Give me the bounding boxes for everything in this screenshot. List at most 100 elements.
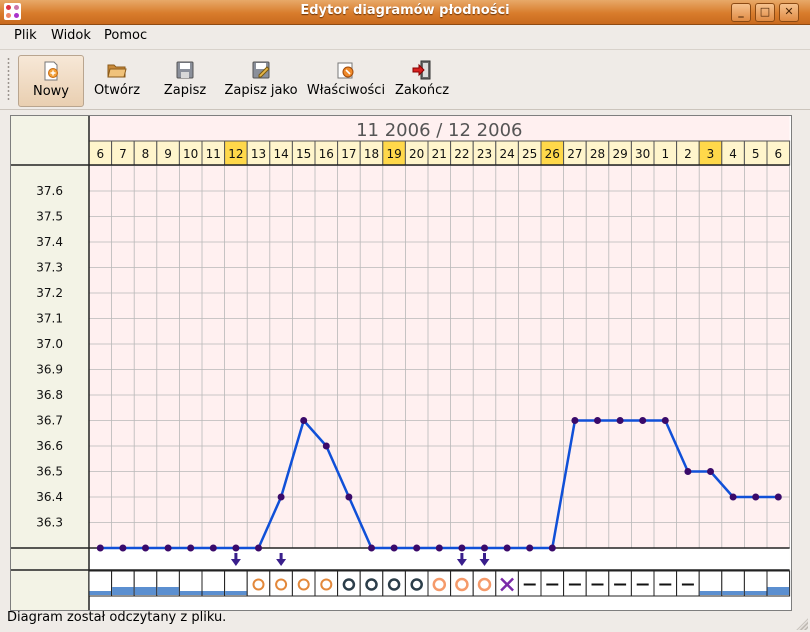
y-tick-label: 37.3 bbox=[36, 261, 63, 275]
symbol-cell bbox=[382, 570, 406, 597]
day-label: 27 bbox=[567, 147, 582, 161]
arrow-shaft bbox=[234, 553, 238, 560]
menu-bar: Plik Widok Pomoc bbox=[0, 25, 810, 48]
menu-file[interactable]: Plik bbox=[14, 28, 37, 43]
chart-title: 11 2006 / 12 2006 bbox=[356, 120, 522, 141]
day-label: 5 bbox=[752, 147, 760, 161]
temperature-point bbox=[413, 544, 421, 552]
save-button[interactable]: Zapisz bbox=[158, 55, 212, 105]
symbol-cell bbox=[246, 570, 271, 597]
day-label: 15 bbox=[296, 147, 311, 161]
save-as-button[interactable]: Zapisz jako bbox=[222, 55, 300, 105]
day-label: 16 bbox=[319, 147, 334, 161]
maximize-button[interactable]: □ bbox=[755, 3, 775, 22]
status-text: Diagram został odczytany z pliku. bbox=[7, 610, 227, 625]
temperature-point bbox=[481, 544, 488, 552]
day-label: 24 bbox=[499, 147, 514, 161]
day-label: 29 bbox=[612, 147, 627, 161]
temperature-point bbox=[119, 544, 127, 552]
plot-bg bbox=[89, 165, 790, 548]
menu-help[interactable]: Pomoc bbox=[104, 28, 147, 43]
properties-button-label: Właściwości bbox=[306, 83, 386, 98]
temperature-point bbox=[232, 544, 240, 552]
day-label: 11 bbox=[206, 147, 221, 161]
temperature-point bbox=[345, 493, 353, 501]
day-label: 25 bbox=[522, 147, 537, 161]
temperature-point bbox=[458, 544, 466, 552]
toolbar: Nowy Otwórz Zapisz Zapisz jako Właściwoś… bbox=[0, 49, 810, 110]
symbol-cell bbox=[314, 570, 339, 597]
temperature-point bbox=[752, 493, 760, 501]
y-tick-label: 37.1 bbox=[36, 312, 63, 326]
temperature-point bbox=[616, 417, 624, 424]
save-button-label: Zapisz bbox=[163, 83, 207, 98]
day-label: 8 bbox=[142, 147, 150, 161]
day-label: 9 bbox=[164, 147, 172, 161]
save-as-icon bbox=[251, 60, 271, 80]
close-button[interactable]: ✕ bbox=[779, 3, 799, 22]
fertility-chart[interactable]: 6 7 8 9 10 11 12 13 14 15 16 17 18 19 20 21 22 23 24 25 26 27… bbox=[11, 116, 791, 610]
properties-button[interactable]: Właściwości bbox=[306, 55, 386, 105]
new-button-label: Nowy bbox=[32, 84, 69, 99]
bleeding-bar bbox=[722, 591, 744, 595]
symbol-cell bbox=[427, 570, 452, 597]
temperature-point bbox=[368, 544, 375, 552]
toolbar-grip[interactable] bbox=[7, 57, 10, 101]
day-label: 20 bbox=[409, 147, 424, 161]
open-button-label: Otwórz bbox=[93, 83, 141, 98]
temperature-point bbox=[594, 417, 601, 424]
temperature-point bbox=[571, 417, 579, 424]
symbol-cell bbox=[291, 570, 316, 597]
save-as-button-label: Zapisz jako bbox=[224, 83, 298, 98]
day-label: 19 bbox=[386, 147, 401, 161]
day-label: 22 bbox=[454, 147, 469, 161]
menu-view[interactable]: Widok bbox=[51, 28, 91, 43]
arrow-shaft bbox=[460, 553, 464, 560]
minimize-button[interactable]: _ bbox=[731, 3, 751, 22]
day-label: 12 bbox=[228, 147, 243, 161]
bleeding-bar bbox=[699, 591, 722, 595]
temperature-point bbox=[96, 544, 104, 552]
day-label: 6 bbox=[96, 147, 104, 161]
symbol-cell bbox=[472, 570, 497, 597]
y-tick-label: 37.0 bbox=[36, 337, 63, 351]
exit-button[interactable]: Zakończ bbox=[392, 55, 452, 105]
bleeding-bar bbox=[225, 591, 247, 595]
bleeding-bar bbox=[179, 591, 202, 595]
exit-icon bbox=[412, 60, 432, 80]
symbol-cell bbox=[337, 570, 361, 597]
open-button[interactable]: Otwórz bbox=[90, 55, 144, 105]
day-label: 2 bbox=[684, 147, 692, 161]
window-title: Edytor diagramów płodności bbox=[300, 3, 510, 18]
bleeding-bar bbox=[202, 591, 225, 595]
temperature-point bbox=[639, 417, 647, 424]
temperature-point bbox=[300, 417, 308, 424]
exit-button-label: Zakończ bbox=[394, 83, 450, 98]
y-tick-label: 37.6 bbox=[36, 184, 63, 198]
temperature-point bbox=[322, 442, 330, 450]
day-label: 6 bbox=[774, 147, 782, 161]
temperature-point bbox=[707, 468, 714, 475]
properties-icon bbox=[336, 60, 356, 80]
temperature-point bbox=[548, 544, 556, 552]
day-label: 7 bbox=[119, 147, 127, 161]
resize-grip-icon[interactable] bbox=[796, 618, 808, 630]
y-tick-label: 36.3 bbox=[36, 516, 63, 530]
new-document-icon bbox=[41, 61, 61, 81]
bleeding-bar bbox=[767, 587, 790, 595]
day-label: 28 bbox=[590, 147, 605, 161]
y-tick-label: 36.9 bbox=[36, 363, 63, 377]
temperature-point bbox=[187, 544, 195, 552]
y-tick-label: 37.5 bbox=[36, 210, 63, 224]
temperature-point bbox=[661, 417, 669, 424]
temperature-point bbox=[277, 493, 285, 501]
temperature-point bbox=[684, 468, 692, 475]
new-button[interactable]: Nowy bbox=[18, 55, 84, 107]
temperature-point bbox=[729, 493, 737, 501]
temperature-point bbox=[526, 544, 534, 552]
bleeding-bar bbox=[157, 587, 179, 595]
y-tick-label: 36.6 bbox=[36, 439, 63, 453]
symbol-cell bbox=[404, 570, 429, 597]
fertility-chart-panel: 6 7 8 9 10 11 12 13 14 15 16 17 18 19 20 21 22 23 24 25 26 27… bbox=[10, 115, 792, 611]
temperature-point bbox=[503, 544, 511, 552]
